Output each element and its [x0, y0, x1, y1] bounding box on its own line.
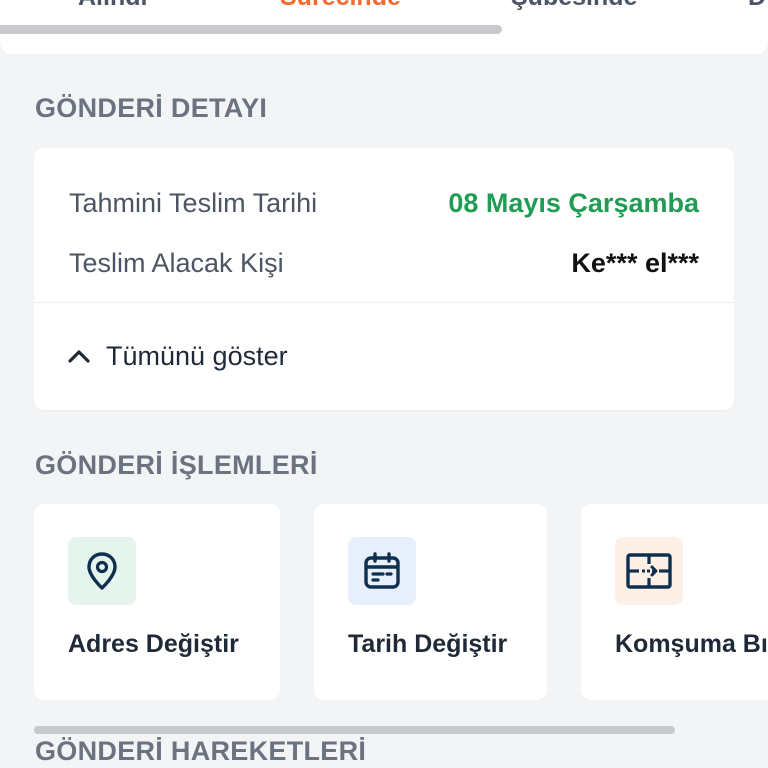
step-tab-next[interactable]: D: [748, 0, 766, 14]
step-tab-at-branch[interactable]: Şubesinde: [511, 0, 637, 14]
calendar-icon: [364, 552, 400, 589]
estimated-delivery-value: 08 Mayıs Çarşamba: [448, 188, 699, 218]
change-address-button[interactable]: Adres Değiştir: [34, 504, 280, 700]
recipient-label: Teslim Alacak Kişi: [69, 248, 284, 278]
estimated-delivery-label: Tahmini Teslim Tarihi: [69, 188, 318, 218]
recipient-row: Teslim Alacak Kişi Ke*** el***: [69, 245, 699, 281]
shipment-detail-card: Tahmini Teslim Tarihi 08 Mayıs Çarşamba …: [34, 148, 734, 410]
estimated-delivery-row: Tahmini Teslim Tarihi 08 Mayıs Çarşamba: [69, 185, 699, 221]
location-pin-icon: [87, 552, 117, 590]
show-all-toggle[interactable]: Tümünü göster: [66, 338, 288, 374]
step-tab-received[interactable]: Alındı: [78, 0, 147, 14]
show-all-label: Tümünü göster: [106, 340, 288, 371]
detail-section-title: GÖNDERİ DETAYI: [35, 93, 268, 123]
change-date-label: Tarih Değiştir: [348, 630, 508, 658]
actions-section-title: GÖNDERİ İŞLEMLERİ: [35, 450, 318, 480]
horizontal-scrollbar[interactable]: [34, 726, 675, 734]
card-divider: [34, 302, 734, 303]
chevron-up-icon: [68, 350, 90, 363]
change-date-button[interactable]: Tarih Değiştir: [314, 504, 547, 700]
movements-section-title: GÖNDERİ HAREKETLERİ: [35, 736, 367, 766]
leave-with-neighbor-button[interactable]: Komşuma Bı: [581, 504, 768, 700]
step-tab-in-progress[interactable]: Sürecinde: [280, 0, 401, 14]
leave-with-neighbor-label: Komşuma Bı: [615, 630, 768, 658]
location-pin-icon-box: [68, 537, 136, 605]
recipient-value: Ke*** el***: [571, 248, 699, 278]
neighbor-transfer-icon-box: [615, 537, 683, 605]
progress-fill: [0, 25, 503, 34]
neighbor-transfer-icon: [626, 553, 672, 589]
change-address-label: Adres Değiştir: [68, 630, 239, 658]
calendar-icon-box: [348, 537, 416, 605]
tracking-steps-header: Alındı Sürecinde Şubesinde D: [0, 0, 768, 54]
